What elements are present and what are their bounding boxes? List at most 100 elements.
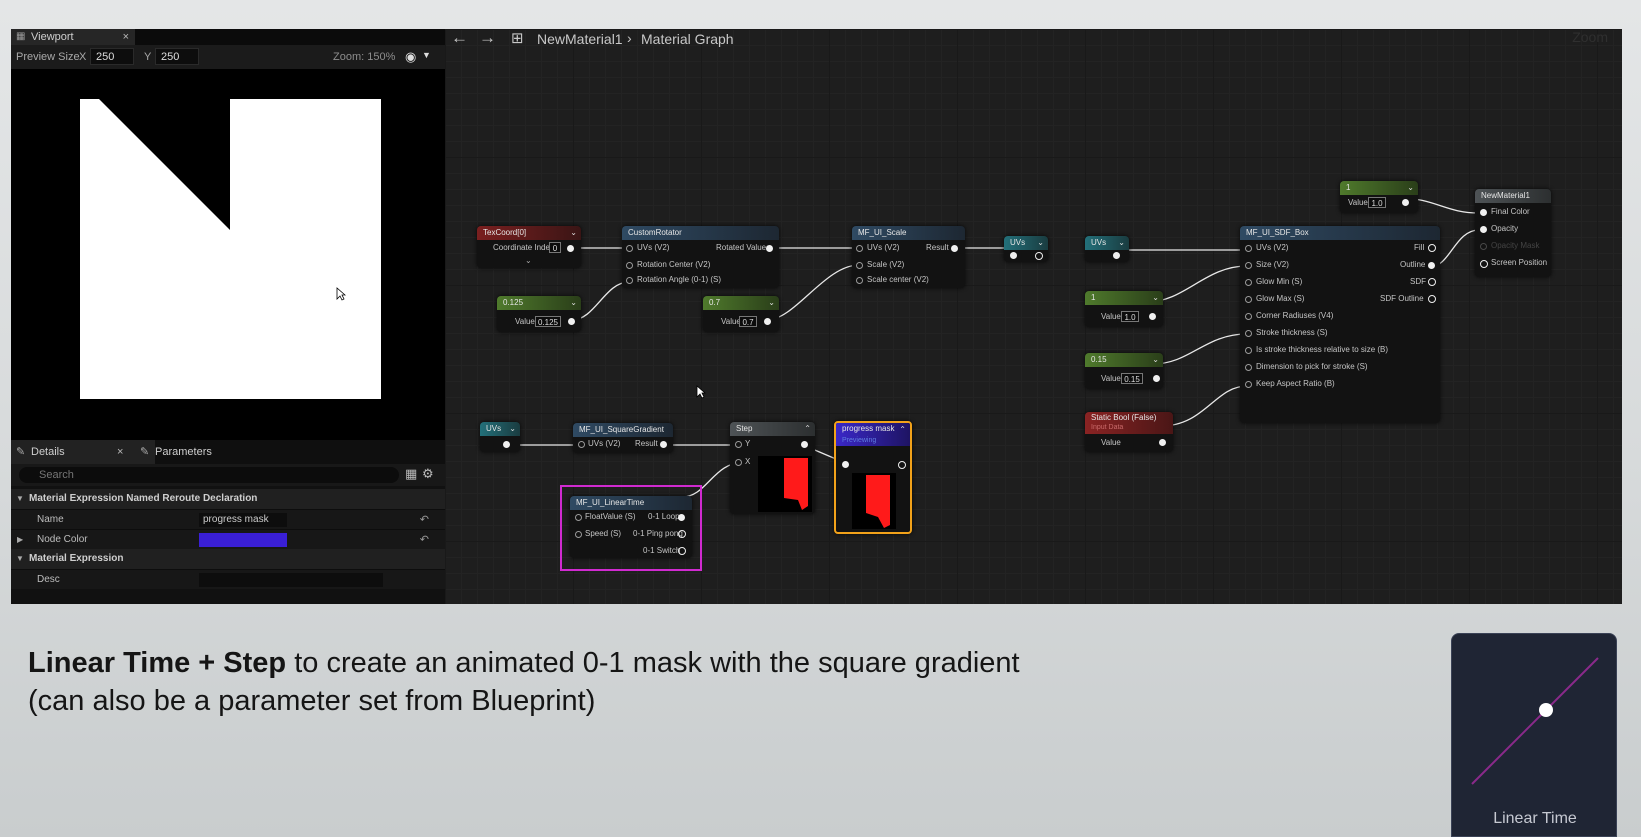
node-const-1-mid[interactable]: 1 ⌄ Value 1.0 xyxy=(1085,291,1163,327)
node-sdf-box[interactable]: MF_UI_SDF_Box UVs (V2) Size (V2) Glow Mi… xyxy=(1240,226,1440,423)
node-uvs-bottom[interactable]: UVs ⌄ xyxy=(480,422,520,452)
input-pin[interactable] xyxy=(575,514,582,521)
output-pin[interactable] xyxy=(678,514,685,521)
input-pin[interactable] xyxy=(856,277,863,284)
chevron-down-icon[interactable]: ⌄ xyxy=(1118,236,1125,250)
chevron-down-icon[interactable]: ⌄ xyxy=(1037,236,1044,250)
chevron-up-icon[interactable]: ⌃ xyxy=(899,423,906,437)
chevron-down-icon[interactable]: ⌄ xyxy=(768,296,775,310)
node-material-result[interactable]: NewMaterial1 Final Color Opacity Opacity… xyxy=(1475,189,1551,277)
chevron-down-icon[interactable]: ⌄ xyxy=(570,296,577,310)
output-pin[interactable] xyxy=(568,318,575,325)
preview-canvas[interactable] xyxy=(11,69,445,440)
input-pin[interactable] xyxy=(842,461,849,468)
output-pin[interactable] xyxy=(678,530,686,538)
node-const-015[interactable]: 0.15 ⌄ Value 0.15 xyxy=(1085,353,1163,389)
tab-details[interactable]: ✎ Details × xyxy=(11,440,155,464)
input-pin[interactable] xyxy=(735,459,742,466)
chevron-down-icon[interactable]: ⌄ xyxy=(509,422,516,436)
output-pin[interactable] xyxy=(1159,439,1166,446)
output-pin[interactable] xyxy=(503,441,510,448)
chevron-down-icon[interactable]: ⌄ xyxy=(1152,353,1159,367)
node-uvs-reroute[interactable]: UVs ⌄ xyxy=(1004,236,1048,262)
input-pin[interactable] xyxy=(1245,364,1252,371)
tab-viewport[interactable]: ▦ Viewport × xyxy=(11,29,135,45)
node-step[interactable]: Step ⌃ Y X xyxy=(730,422,815,514)
input-pin[interactable] xyxy=(1245,347,1252,354)
output-pin[interactable] xyxy=(766,245,773,252)
input-pin[interactable] xyxy=(1480,260,1488,268)
input-pin[interactable] xyxy=(1245,381,1252,388)
chevron-down-icon[interactable]: ⌄ xyxy=(1407,181,1414,195)
close-icon[interactable]: × xyxy=(123,29,129,45)
input-pin[interactable] xyxy=(578,441,585,448)
reset-icon[interactable]: ↶ xyxy=(420,530,429,550)
output-pin[interactable] xyxy=(660,441,667,448)
output-pin[interactable] xyxy=(1428,244,1436,252)
input-pin[interactable] xyxy=(856,262,863,269)
input-pin[interactable] xyxy=(735,441,742,448)
output-pin[interactable] xyxy=(1149,313,1156,320)
output-pin[interactable] xyxy=(1113,252,1120,259)
chevron-down-icon[interactable]: ▼ xyxy=(422,50,431,60)
node-const-1-top[interactable]: 1 ⌄ Value 1.0 xyxy=(1340,181,1418,213)
category-material-expression[interactable]: ▼ Material Expression xyxy=(11,549,445,569)
input-pin[interactable] xyxy=(1010,252,1017,259)
node-const-0125[interactable]: 0.125 ⌄ Value 0.125 xyxy=(497,296,581,332)
output-pin[interactable] xyxy=(1428,295,1436,303)
output-pin[interactable] xyxy=(1428,278,1436,286)
node-const-07[interactable]: 0.7 ⌄ Value 0.7 xyxy=(703,296,779,332)
preview-x-input[interactable]: 250 xyxy=(90,48,134,65)
coordinate-index-input[interactable]: 0 xyxy=(549,242,561,253)
node-color-swatch[interactable] xyxy=(199,533,287,547)
chevron-down-icon[interactable]: ⌄ xyxy=(1152,291,1159,305)
chevron-down-icon[interactable]: ⌄ xyxy=(570,226,577,240)
output-pin[interactable] xyxy=(1035,252,1043,260)
value-input[interactable]: 0.7 xyxy=(739,316,757,327)
category-named-reroute[interactable]: ▼ Material Expression Named Reroute Decl… xyxy=(11,489,445,509)
input-pin[interactable] xyxy=(1245,313,1252,320)
expand-chevron-icon[interactable]: ⌄ xyxy=(525,256,532,265)
preview-y-input[interactable]: 250 xyxy=(155,48,199,65)
eye-icon[interactable]: ◉ xyxy=(405,49,416,65)
input-pin[interactable] xyxy=(856,245,863,252)
gear-icon[interactable]: ⚙ xyxy=(422,466,434,482)
input-pin[interactable] xyxy=(575,531,582,538)
input-pin[interactable] xyxy=(1480,209,1487,216)
input-pin[interactable] xyxy=(626,262,633,269)
search-input[interactable] xyxy=(19,467,399,483)
input-pin[interactable] xyxy=(1245,296,1252,303)
node-progress-mask[interactable]: progress mask Previewing ⌃ xyxy=(834,421,912,534)
output-pin[interactable] xyxy=(951,245,958,252)
value-input[interactable]: 0.125 xyxy=(535,316,561,327)
input-pin[interactable] xyxy=(1245,245,1252,252)
node-square-gradient[interactable]: MF_UI_SquareGradient UVs (V2) Result xyxy=(573,423,673,453)
output-pin[interactable] xyxy=(1153,375,1160,382)
tab-parameters[interactable]: ✎ Parameters xyxy=(135,440,275,464)
desc-field[interactable] xyxy=(199,573,383,587)
node-custom-rotator[interactable]: CustomRotator UVs (V2) Rotated Values Ro… xyxy=(622,226,779,288)
input-pin[interactable] xyxy=(626,245,633,252)
output-pin[interactable] xyxy=(898,461,906,469)
input-pin[interactable] xyxy=(1245,262,1252,269)
output-pin[interactable] xyxy=(1428,262,1435,269)
output-pin[interactable] xyxy=(678,547,686,555)
value-input[interactable]: 1.0 xyxy=(1368,197,1386,208)
value-input[interactable]: 1.0 xyxy=(1121,311,1139,322)
node-static-bool[interactable]: Static Bool (False) Input Data Value xyxy=(1085,412,1173,452)
output-pin[interactable] xyxy=(567,245,574,252)
close-icon[interactable]: × xyxy=(117,440,123,464)
grid-view-icon[interactable]: ▦ xyxy=(405,466,417,482)
material-graph[interactable]: ← → ⊞ NewMaterial1 › Material Graph Zoom xyxy=(445,29,1622,604)
chevron-up-icon[interactable]: ⌃ xyxy=(804,422,811,436)
node-uvs-usage[interactable]: UVs ⌄ xyxy=(1085,236,1129,262)
expand-arrow-icon[interactable]: ▶ xyxy=(17,530,23,550)
reset-icon[interactable]: ↶ xyxy=(420,510,429,530)
input-pin[interactable] xyxy=(1480,226,1487,233)
output-pin[interactable] xyxy=(1402,199,1409,206)
output-pin[interactable] xyxy=(801,441,808,448)
input-pin[interactable] xyxy=(1245,279,1252,286)
node-ui-scale[interactable]: MF_UI_Scale UVs (V2) Result Scale (V2) S… xyxy=(852,226,965,288)
node-linear-time[interactable]: MF_UI_LinearTime FloatValue (S) Speed (S… xyxy=(570,496,692,558)
output-pin[interactable] xyxy=(764,318,771,325)
